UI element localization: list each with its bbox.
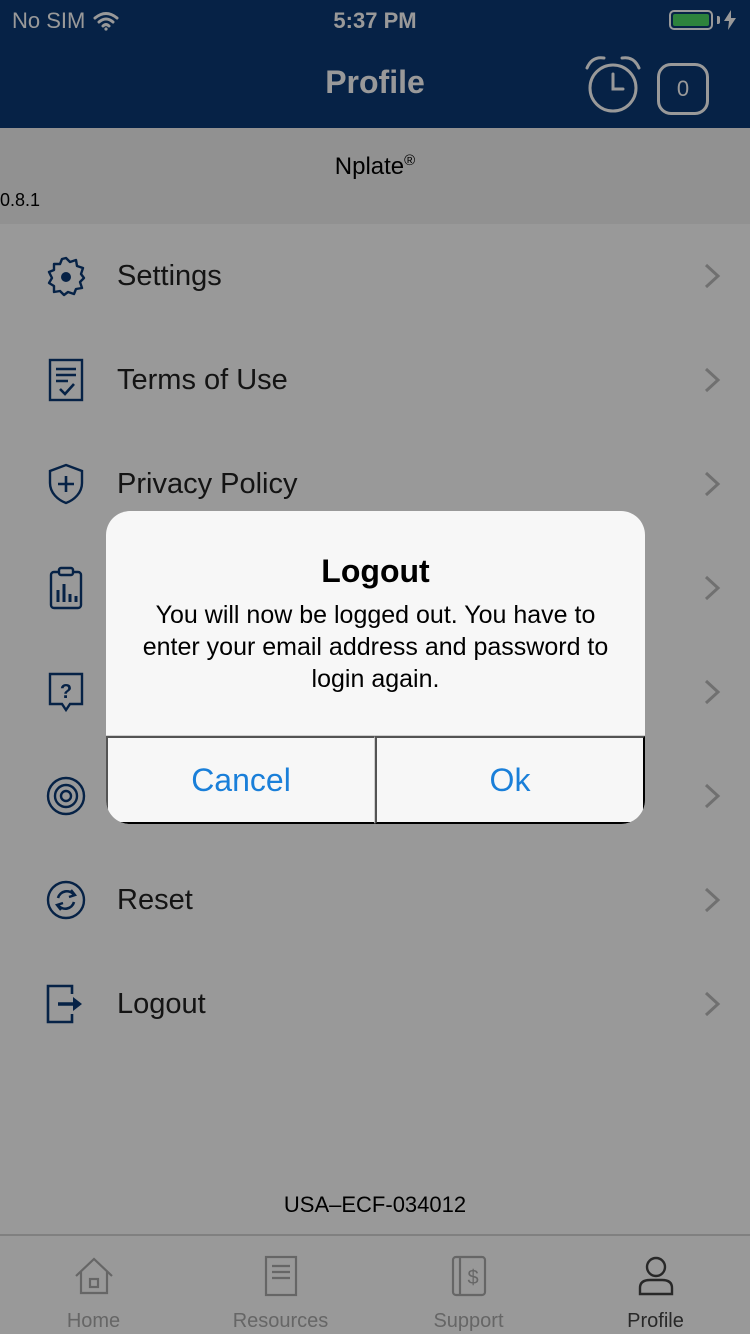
- dialog-title: Logout: [321, 553, 430, 589]
- cancel-button[interactable]: Cancel: [106, 736, 375, 824]
- ok-button[interactable]: Ok: [375, 736, 645, 824]
- logout-dialog: Logout You will now be logged out. You h…: [106, 511, 645, 824]
- dialog-button-row: Cancel Ok: [106, 735, 645, 824]
- dialog-message: You will now be logged out. You have to …: [142, 601, 609, 693]
